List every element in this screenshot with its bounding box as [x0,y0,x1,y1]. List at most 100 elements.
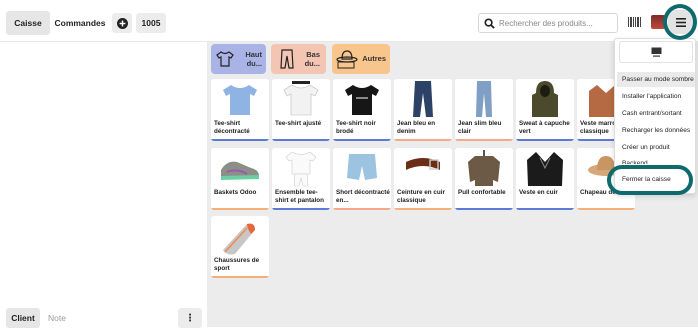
product-image [211,79,269,119]
more-actions-button[interactable]: ⋮ [178,308,202,328]
menu-item-close-register[interactable]: Fermer la caisse [617,172,695,187]
product-image [455,79,513,119]
category-color-bar [455,208,513,210]
shorts-icon [347,154,377,180]
product-image [272,79,330,119]
category-color-bar [394,139,452,141]
monitor-icon [651,47,661,57]
running-shoe-icon [223,223,255,255]
main-menu-button[interactable] [668,10,694,34]
sweater-icon [468,150,500,186]
product-name: Ceinture en cuir classique [397,189,445,205]
product-name: Tee-shirt ajusté [275,120,322,127]
menu-item-cash-in-out[interactable]: Cash entrant/sortant [617,106,695,121]
product-image [211,216,269,256]
product-name: Ensemble tee-shirt et pantalon [275,189,324,205]
product-card[interactable]: Short décontracté en... [333,148,391,210]
search-input[interactable] [499,18,611,28]
top-bar: Caisse Commandes 1005 [0,0,698,42]
category-color-bar [333,208,391,210]
hoodie-icon [532,81,558,117]
category-bas-label-2: du... [304,59,320,68]
product-card[interactable]: Chaussures de sport [211,216,269,278]
product-name: Baskets Odoo [214,189,257,196]
category-color-bar [394,208,452,210]
menu-item-reload-data[interactable]: Recharger les données [617,123,695,138]
product-name: Chaussures de sport [214,257,260,273]
jeans-icon [413,81,433,117]
category-color-bar [272,208,330,210]
category-color-bar [516,208,574,210]
avatar[interactable] [651,15,665,29]
product-image [394,148,452,188]
tshirt-black-icon [345,85,379,115]
product-name: Tee-shirt noir brodé [336,120,376,136]
category-color-bar [272,139,330,141]
product-card[interactable]: Tee-shirt ajusté [272,79,330,141]
pants-icon [280,49,294,69]
category-color-bar [577,208,635,210]
main-menu-dropdown: Passer au mode sombre Installer l'applic… [614,38,696,194]
product-image [516,148,574,188]
menu-item-install-app[interactable]: Installer l'application [617,89,695,104]
search-icon [484,17,495,29]
category-autres-label: Autres [362,54,386,64]
product-image [333,148,391,188]
tab-caisse[interactable]: Caisse [6,11,50,35]
product-card[interactable]: Tee-shirt décontracté [211,79,269,141]
product-name: Jean slim bleu clair [458,120,502,136]
customer-display-button[interactable] [619,41,693,63]
category-color-bar [333,139,391,141]
note-button[interactable]: Note [43,308,71,328]
plus-circle-icon [116,17,128,29]
product-card[interactable]: Sweat à capuche vert [516,79,574,141]
category-haut-label-1: Haut [245,49,262,59]
product-name: Short décontracté en... [336,189,390,205]
product-name: Jean bleu en denim [397,120,436,136]
tshirt-icon [216,51,234,67]
product-image [333,79,391,119]
product-name: Tee-shirt décontracté [214,120,250,136]
category-autres[interactable]: Autres [332,44,390,74]
product-card[interactable]: Jean slim bleu clair [455,79,513,141]
category-color-bar [211,276,269,278]
category-color-bar [455,139,513,141]
category-color-bar [211,139,269,141]
order-panel: Client Note ⋮ [0,42,207,328]
product-card[interactable]: Tee-shirt noir brodé [333,79,391,141]
product-card[interactable]: Pull confortable [455,148,513,210]
sneakers-icon [221,161,259,180]
product-image [455,148,513,188]
menu-item-dark-mode[interactable]: Passer au mode sombre [617,72,695,87]
menu-item-create-product[interactable]: Créer un produit [617,140,695,155]
jeans-light-icon [476,81,492,117]
leather-jacket-icon [527,152,563,186]
order-tab-1005[interactable]: 1005 [136,13,166,33]
product-name: Pull confortable [458,189,506,196]
hat-icon [336,50,358,69]
product-search[interactable] [478,13,618,33]
menu-item-backend[interactable]: Backend [617,157,695,164]
product-name: Sweat à capuche vert [519,120,570,136]
set-icon [285,151,317,187]
product-image [394,79,452,119]
category-color-bar [516,139,574,141]
product-card[interactable]: Baskets Odoo [211,148,269,210]
new-order-button[interactable] [112,13,132,33]
category-haut-label-2: du... [246,59,262,68]
hamburger-icon [676,17,686,27]
product-card[interactable]: Veste en cuir [516,148,574,210]
category-haut[interactable]: Haut du... [211,44,266,74]
product-name: Veste en cuir [519,189,558,196]
product-card[interactable]: Jean bleu en denim [394,79,452,141]
product-card[interactable]: Ceinture en cuir classique [394,148,452,210]
product-card[interactable]: Ensemble tee-shirt et pantalon [272,148,330,210]
category-bas-label-1: Bas [306,49,320,59]
barcode-icon[interactable] [627,15,641,29]
product-image [516,79,574,119]
belt-icon [406,158,440,170]
tab-commandes[interactable]: Commandes [53,11,107,35]
client-button[interactable]: Client [6,308,40,328]
tshirt-blue-icon [223,85,257,115]
category-bas[interactable]: Bas du... [271,44,326,74]
